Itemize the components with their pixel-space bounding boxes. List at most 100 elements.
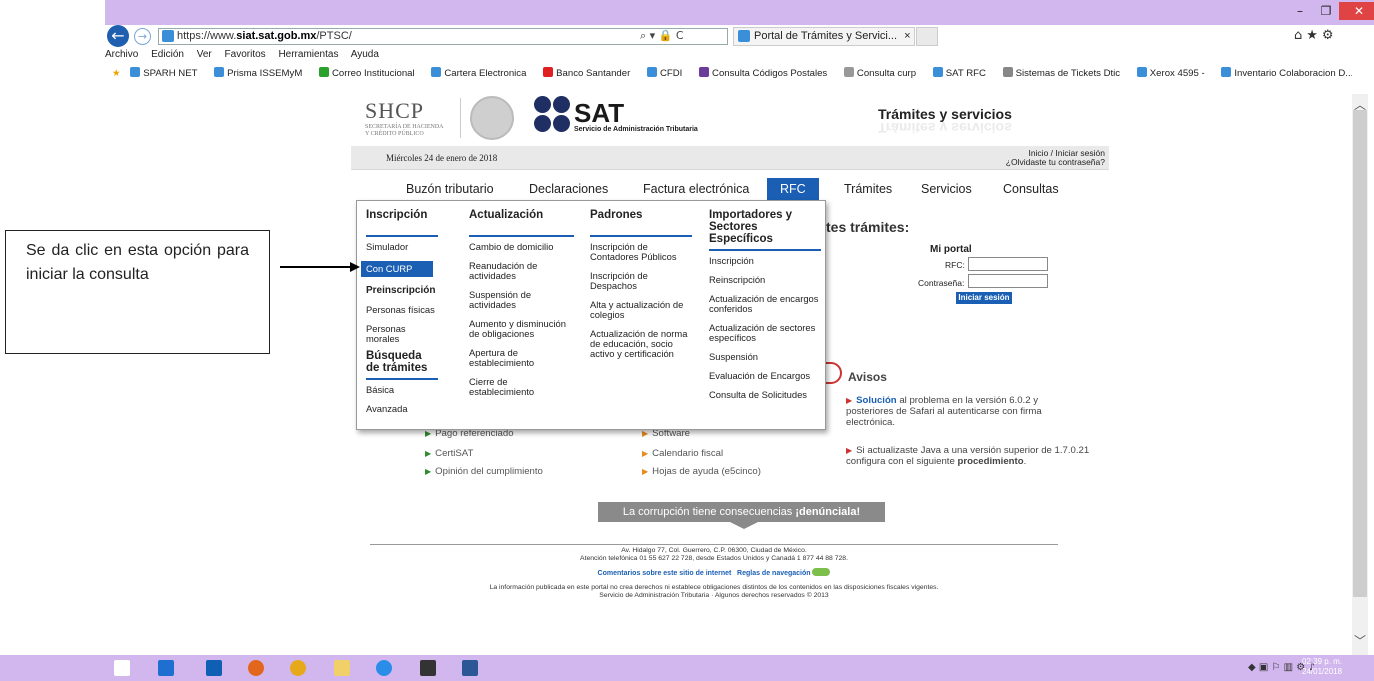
- chrome-icon[interactable]: [290, 660, 306, 676]
- scroll-up-icon[interactable]: ︿: [1354, 96, 1366, 113]
- tab-portal[interactable]: Portal de Trámites y Servici... ×: [733, 27, 915, 46]
- menu-item-apertura[interactable]: Apertura de establecimiento: [469, 348, 574, 368]
- menu-item-simulador[interactable]: Simulador: [366, 242, 438, 252]
- aviso-java[interactable]: ▶ Si actualizaste Java a una versión supe…: [846, 445, 1096, 467]
- forward-button[interactable]: →: [134, 28, 151, 45]
- taskview-icon[interactable]: [158, 660, 174, 676]
- internet-explorer-icon[interactable]: [376, 660, 392, 676]
- fav-item[interactable]: Banco Santander: [543, 67, 637, 79]
- fav-item[interactable]: SAT RFC: [932, 67, 993, 79]
- outlook-icon[interactable]: [206, 660, 222, 676]
- nav-factura[interactable]: Factura electrónica: [643, 178, 749, 200]
- site-title-reflection: Trámites y servicios: [878, 120, 1012, 136]
- menu-archivo[interactable]: Archivo: [105, 49, 138, 60]
- restore-button[interactable]: ❐: [1313, 2, 1339, 20]
- menu-favoritos[interactable]: Favoritos: [225, 49, 266, 60]
- tab-close-icon[interactable]: ×: [904, 30, 910, 42]
- fav-item[interactable]: CFDI: [646, 67, 689, 79]
- tab-favicon-icon: [738, 30, 750, 42]
- footer-rules-link[interactable]: Reglas de navegación: [737, 570, 811, 577]
- toolbar-icons[interactable]: ⌂★⚙: [1294, 28, 1338, 43]
- clock-time: 02:39 p. m.: [1302, 657, 1343, 666]
- fav-item[interactable]: Correo Institucional: [319, 67, 422, 79]
- footer-disclaimer: La información publicada en este portal …: [489, 584, 939, 591]
- file-explorer-icon[interactable]: [334, 660, 350, 676]
- corruption-banner[interactable]: La corrupción tiene consecuencias ¡denún…: [598, 502, 885, 522]
- favorites-star-icon[interactable]: ★: [112, 68, 121, 79]
- forgot-password-link[interactable]: ¿Olvidaste tu contraseña?: [985, 158, 1105, 167]
- fav-item[interactable]: Sistemas de Tickets Dtic: [1002, 67, 1128, 79]
- menu-item-reanudacion[interactable]: Reanudación de actividades: [469, 261, 574, 281]
- menu-item-cierre[interactable]: Cierre de establecimiento: [469, 377, 574, 397]
- firefox-icon[interactable]: [248, 660, 264, 676]
- minimize-button[interactable]: –: [1287, 2, 1313, 20]
- rfc-input[interactable]: [968, 257, 1048, 271]
- close-window-button[interactable]: ✕: [1339, 2, 1374, 20]
- menu-item-inscripcion-imp[interactable]: Inscripción: [709, 256, 821, 266]
- nav-declaraciones[interactable]: Declaraciones: [529, 178, 608, 200]
- menu-item-cambio-domicilio[interactable]: Cambio de domicilio: [469, 242, 574, 252]
- menu-item-despachos[interactable]: Inscripción de Despachos: [590, 271, 692, 291]
- menu-item-personas-morales[interactable]: Personas morales: [366, 324, 438, 344]
- fav-item[interactable]: Consulta Códigos Postales: [699, 67, 834, 79]
- sat-logo-subtitle: Servicio de Administración Tributaria: [574, 126, 698, 133]
- tab-title: Portal de Trámites y Servici...: [754, 30, 898, 42]
- word-icon[interactable]: [462, 660, 478, 676]
- fav-item[interactable]: Consulta curp: [843, 67, 923, 79]
- scroll-down-icon[interactable]: ﹀: [1354, 632, 1366, 649]
- footer-copyright: Servicio de Administración Tributaria · …: [599, 592, 829, 599]
- footer-comments-link[interactable]: Comentarios sobre este sitio de internet: [598, 570, 732, 577]
- menu-item-suspension[interactable]: Suspensión de actividades: [469, 290, 574, 310]
- menu-item-reinscripcion[interactable]: Reinscripción: [709, 275, 821, 285]
- menu-item-contadores[interactable]: Inscripción de Contadores Públicos: [590, 242, 692, 262]
- nav-rfc[interactable]: RFC: [767, 178, 819, 200]
- fav-item[interactable]: Cartera Electronica: [431, 67, 533, 79]
- menu-item-norma-educacion[interactable]: Actualización de norma de educación, soc…: [590, 329, 692, 359]
- link-opinion-cumplimiento[interactable]: ▶ Opinión del cumplimiento: [425, 466, 543, 477]
- fav-item[interactable]: Prisma ISSEMyM: [214, 67, 309, 79]
- shcp-text: SHCP: [365, 98, 425, 123]
- link-hojas-ayuda[interactable]: ▶ Hojas de ayuda (e5cinco): [642, 466, 761, 477]
- menu-ayuda[interactable]: Ayuda: [351, 49, 379, 60]
- menu-item-con-curp[interactable]: Con CURP: [361, 261, 433, 277]
- menu-item-consulta-solicitudes[interactable]: Consulta de Solicitudes: [709, 390, 821, 400]
- nav-servicios[interactable]: Servicios: [921, 178, 972, 200]
- login-button[interactable]: Iniciar sesión: [956, 292, 1012, 304]
- nav-tramites[interactable]: Trámites: [844, 178, 892, 200]
- taskbar-clock[interactable]: 02:39 p. m. 24/01/2018: [1302, 657, 1342, 677]
- back-button[interactable]: ←: [107, 25, 129, 47]
- callout-arrow-head: [350, 262, 360, 272]
- menu-item-preinscripcion[interactable]: Preinscripción: [366, 286, 438, 296]
- password-input[interactable]: [968, 274, 1048, 288]
- menu-herramientas[interactable]: Herramientas: [278, 49, 338, 60]
- menu-item-evaluacion-encargos[interactable]: Evaluación de Encargos: [709, 371, 821, 381]
- windows-start-icon[interactable]: [114, 660, 130, 676]
- menu-item-suspension-imp[interactable]: Suspensión: [709, 352, 821, 362]
- fav-item[interactable]: Xerox 4595 -: [1136, 67, 1212, 79]
- menu-item-personas-fisicas[interactable]: Personas físicas: [366, 305, 438, 315]
- footer-divider: [370, 544, 1058, 545]
- app-icon[interactable]: [420, 660, 436, 676]
- fav-item[interactable]: SPARH NET: [130, 67, 204, 79]
- sat-logo-icon[interactable]: [534, 96, 572, 134]
- menu-item-avanzada[interactable]: Avanzada: [366, 404, 438, 414]
- aviso-safari[interactable]: ▶ Solución al problema en la versión 6.0.…: [846, 395, 1056, 428]
- nav-consultas[interactable]: Consultas: [1003, 178, 1059, 200]
- menu-item-colegios[interactable]: Alta y actualización de colegios: [590, 300, 692, 320]
- menu-ver[interactable]: Ver: [197, 49, 212, 60]
- link-certisat[interactable]: ▶ CertiSAT: [425, 448, 473, 459]
- menu-item-encargos-conferidos[interactable]: Actualización de encargos conferidos: [709, 294, 821, 314]
- new-tab-button[interactable]: [916, 27, 938, 46]
- menu-bar: Archivo Edición Ver Favoritos Herramient…: [105, 49, 389, 63]
- shcp-logo[interactable]: SHCP SECRETARÍA DE HACIENDA Y CRÉDITO PÚ…: [365, 98, 444, 138]
- menu-item-aumento[interactable]: Aumento y disminución de obligaciones: [469, 319, 574, 339]
- nav-buzon[interactable]: Buzón tributario: [406, 178, 494, 200]
- menu-item-basica[interactable]: Básica: [366, 385, 438, 395]
- link-calendario-fiscal[interactable]: ▶ Calendario fiscal: [642, 448, 723, 459]
- fav-item[interactable]: Inventario Colaboracion D...: [1221, 67, 1352, 79]
- scrollbar-thumb[interactable]: [1353, 110, 1367, 597]
- menu-edicion[interactable]: Edición: [151, 49, 184, 60]
- rfc-dropdown-menu: Inscripción Simulador Con CURP Preinscri…: [356, 200, 826, 430]
- menu-item-sectores-especificos[interactable]: Actualización de sectores específicos: [709, 323, 821, 343]
- address-tools[interactable]: ⌕ ▾ 🔒 C: [640, 29, 684, 43]
